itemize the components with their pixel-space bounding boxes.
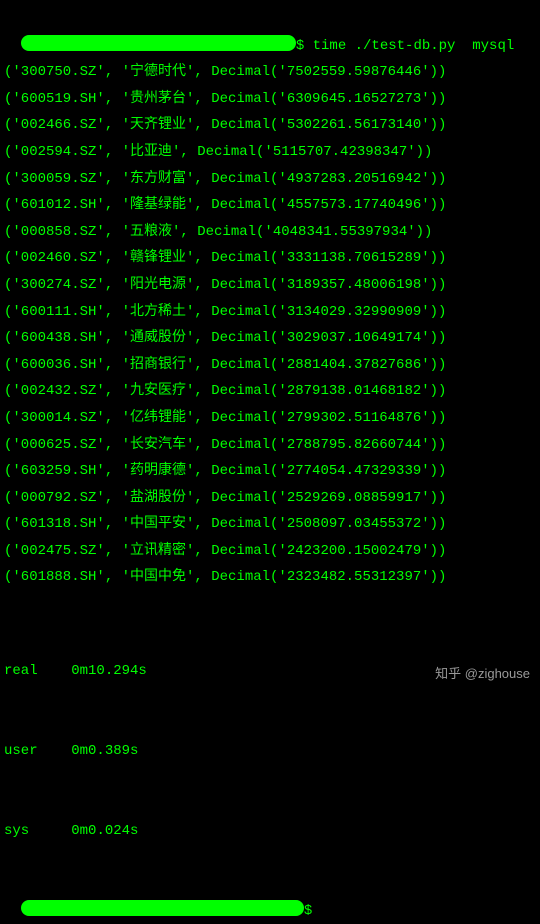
command-text: time ./test-db.py mysql xyxy=(313,38,515,54)
output-row: ('000625.SZ', '长安汽车', Decimal('2788795.8… xyxy=(4,432,536,459)
redaction-bar-2 xyxy=(21,900,304,916)
output-row: ('601888.SH', '中国中免', Decimal('2323482.5… xyxy=(4,564,536,591)
output-row: ('002460.SZ', '赣锋锂业', Decimal('3331138.7… xyxy=(4,245,536,272)
output-row: ('300750.SZ', '宁德时代', Decimal('7502559.5… xyxy=(4,59,536,86)
redaction-bar-1 xyxy=(21,35,296,51)
timing-sys-value: 0m0.024s xyxy=(71,823,138,839)
output-row: ('603259.SH', '药明康德', Decimal('2774054.4… xyxy=(4,458,536,485)
timing-block: real 0m10.294s user 0m0.389s sys 0m0.024… xyxy=(4,605,536,871)
prompt-line-2: $ xyxy=(4,871,536,924)
output-row: ('601012.SH', '隆基绿能', Decimal('4557573.1… xyxy=(4,192,536,219)
output-row: ('300274.SZ', '阳光电源', Decimal('3189357.4… xyxy=(4,272,536,299)
prompt-symbol-2: $ xyxy=(304,903,312,919)
output-row: ('600519.SH', '贵州茅台', Decimal('6309645.1… xyxy=(4,86,536,113)
output-row: ('300059.SZ', '东方财富', Decimal('4937283.2… xyxy=(4,166,536,193)
output-row: ('600111.SH', '北方稀土', Decimal('3134029.3… xyxy=(4,299,536,326)
output-row: ('002432.SZ', '九安医疗', Decimal('2879138.0… xyxy=(4,378,536,405)
timing-user-value: 0m0.389s xyxy=(71,743,138,759)
output-row: ('000792.SZ', '盐湖股份', Decimal('2529269.0… xyxy=(4,485,536,512)
timing-real-value: 0m10.294s xyxy=(71,663,147,679)
output-row: ('002475.SZ', '立讯精密', Decimal('2423200.1… xyxy=(4,538,536,565)
output-row: ('300014.SZ', '亿纬锂能', Decimal('2799302.5… xyxy=(4,405,536,432)
timing-real-label: real xyxy=(4,663,38,679)
timing-user: user 0m0.389s xyxy=(4,738,536,765)
output-row: ('601318.SH', '中国平安', Decimal('2508097.0… xyxy=(4,511,536,538)
prompt-symbol-1: $ xyxy=(296,38,304,54)
timing-sys: sys 0m0.024s xyxy=(4,818,536,845)
watermark: 知乎 @zighouse xyxy=(435,662,530,687)
output-row: ('600438.SH', '通威股份', Decimal('3029037.1… xyxy=(4,325,536,352)
output-row: ('002594.SZ', '比亚迪', Decimal('5115707.42… xyxy=(4,139,536,166)
prompt-line-1: $ time ./test-db.py mysql xyxy=(4,6,536,59)
output-row: ('002466.SZ', '天齐锂业', Decimal('5302261.5… xyxy=(4,112,536,139)
timing-user-label: user xyxy=(4,743,38,759)
output-rows: ('300750.SZ', '宁德时代', Decimal('7502559.5… xyxy=(4,59,536,591)
output-row: ('600036.SH', '招商银行', Decimal('2881404.3… xyxy=(4,352,536,379)
timing-sys-label: sys xyxy=(4,823,29,839)
output-row: ('000858.SZ', '五粮液', Decimal('4048341.55… xyxy=(4,219,536,246)
